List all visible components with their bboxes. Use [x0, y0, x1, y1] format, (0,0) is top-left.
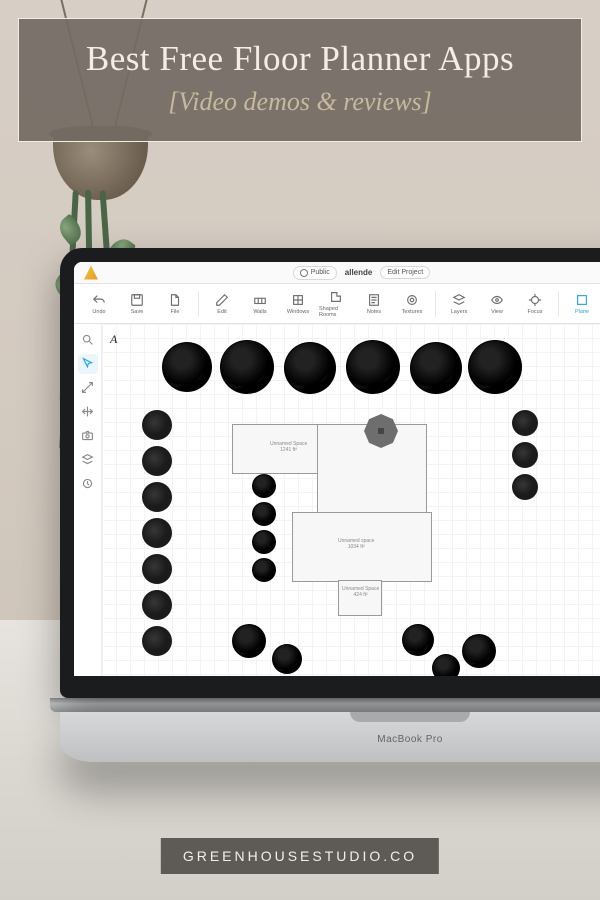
- tree[interactable]: [462, 634, 496, 668]
- laptop-base: MacBook Pro: [60, 712, 600, 762]
- textures-button[interactable]: Textures: [395, 287, 429, 321]
- undo-button[interactable]: Undo: [82, 287, 116, 321]
- shrub[interactable]: [142, 482, 172, 512]
- notes-icon: [367, 293, 381, 307]
- edit-icon: [215, 293, 229, 307]
- shrub[interactable]: [512, 442, 538, 468]
- walls-icon: [253, 293, 267, 307]
- side-toolbar: [74, 324, 102, 676]
- laptop-screen: Public allende Edit Project English ▾ ⓘ …: [60, 248, 600, 698]
- view-icon: [490, 293, 504, 307]
- focus-button[interactable]: Focus: [518, 287, 552, 321]
- layers-icon: [81, 453, 94, 468]
- layers-tool[interactable]: [78, 450, 98, 470]
- windows-button[interactable]: Windows: [281, 287, 315, 321]
- tree[interactable]: [162, 342, 212, 392]
- view-button[interactable]: View: [480, 287, 514, 321]
- search-icon: [81, 333, 94, 348]
- room-label: Unnamed Space424 ft²: [342, 587, 379, 598]
- edit-button[interactable]: Edit: [205, 287, 239, 321]
- toolbar-ribbon: UndoSaveFile EditWallsWindowsShaped Rooms…: [74, 284, 600, 324]
- laptop-brand: MacBook Pro: [377, 734, 443, 745]
- tree[interactable]: [410, 342, 462, 394]
- globe-icon: [300, 269, 308, 277]
- tree[interactable]: [232, 624, 266, 658]
- banner-subtitle: [Video demos & reviews]: [41, 87, 559, 117]
- scale-icon: [81, 381, 94, 396]
- shrub[interactable]: [512, 410, 538, 436]
- file-button[interactable]: File: [158, 287, 192, 321]
- tree[interactable]: [402, 624, 434, 656]
- edit-project-button[interactable]: Edit Project: [380, 266, 430, 279]
- select-tool[interactable]: [78, 354, 98, 374]
- shaped-icon: [329, 290, 343, 304]
- tree[interactable]: [432, 654, 460, 676]
- room-label: Unnamed Space1241 ft²: [270, 442, 307, 453]
- compass-icon: A: [110, 332, 117, 347]
- pan-icon: [81, 405, 94, 420]
- tree[interactable]: [468, 340, 522, 394]
- shrub[interactable]: [512, 474, 538, 500]
- notes-button[interactable]: Notes: [357, 287, 391, 321]
- shrub[interactable]: [142, 590, 172, 620]
- shrub[interactable]: [142, 626, 172, 656]
- shaped-rooms-button[interactable]: Shaped Rooms: [319, 287, 353, 321]
- save-icon: [130, 293, 144, 307]
- shrub[interactable]: [142, 446, 172, 476]
- undo-icon: [92, 293, 106, 307]
- pan-tool[interactable]: [78, 402, 98, 422]
- tree[interactable]: [252, 530, 276, 554]
- shrub[interactable]: [142, 518, 172, 548]
- laptop-hinge: [50, 698, 600, 712]
- focus-icon: [528, 293, 542, 307]
- tree[interactable]: [252, 474, 276, 498]
- visibility-label: Public: [311, 269, 330, 276]
- workarea: A: [74, 324, 600, 676]
- tree[interactable]: [272, 644, 302, 674]
- app-logo-icon: [84, 266, 98, 280]
- gazebo[interactable]: [364, 414, 398, 448]
- camera-tool[interactable]: [78, 426, 98, 446]
- search-tool[interactable]: [78, 330, 98, 350]
- tree[interactable]: [252, 502, 276, 526]
- select-icon: [81, 357, 94, 372]
- history-tool[interactable]: [78, 474, 98, 494]
- shrub[interactable]: [142, 410, 172, 440]
- tree[interactable]: [284, 342, 336, 394]
- title-banner: Best Free Floor Planner Apps [Video demo…: [18, 18, 582, 142]
- project-name[interactable]: allende: [345, 268, 373, 277]
- file-icon: [168, 293, 182, 307]
- scale-tool[interactable]: [78, 378, 98, 398]
- layers-button[interactable]: Layers: [442, 287, 476, 321]
- layers-icon: [452, 293, 466, 307]
- app-menubar: Public allende Edit Project English ▾ ⓘ …: [74, 262, 600, 284]
- plane-icon: [575, 293, 589, 307]
- plane-button[interactable]: Plane: [565, 287, 599, 321]
- tree[interactable]: [346, 340, 400, 394]
- save-button[interactable]: Save: [120, 287, 154, 321]
- footer-badge: GREENHOUSESTUDIO.CO: [161, 838, 439, 874]
- tree[interactable]: [220, 340, 274, 394]
- shrub[interactable]: [142, 554, 172, 584]
- tree[interactable]: [252, 558, 276, 582]
- windows-icon: [291, 293, 305, 307]
- room-label: Unnamed space1034 ft²: [338, 539, 374, 550]
- textures-icon: [405, 293, 419, 307]
- history-icon: [81, 477, 94, 492]
- banner-title: Best Free Floor Planner Apps: [41, 39, 559, 79]
- visibility-toggle[interactable]: Public: [293, 266, 337, 280]
- floorplan-canvas[interactable]: A: [102, 324, 600, 676]
- camera-icon: [81, 429, 94, 444]
- laptop: Public allende Edit Project English ▾ ⓘ …: [60, 248, 600, 762]
- floorplanner-app: Public allende Edit Project English ▾ ⓘ …: [74, 262, 600, 676]
- walls-button[interactable]: Walls: [243, 287, 277, 321]
